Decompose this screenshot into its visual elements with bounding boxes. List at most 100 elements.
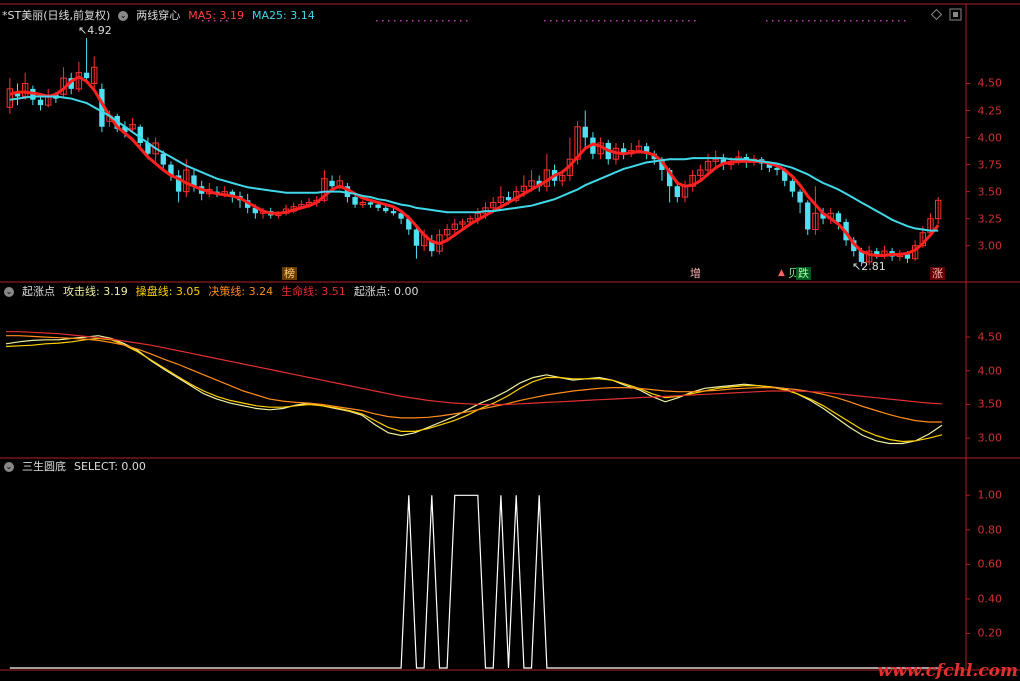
y-tick-label: 4.50: [977, 330, 1003, 344]
badge-zhang[interactable]: 涨: [930, 267, 945, 280]
series-line-2: [6, 335, 942, 423]
signal-dot: [880, 20, 882, 22]
trough-label: ↖2.81: [852, 260, 886, 273]
signal-dot: [826, 20, 828, 22]
candle-body: [329, 180, 335, 187]
signal-dot: [544, 20, 546, 22]
y-tick-label: 1.00: [977, 488, 1003, 502]
legend-decision: 决策线: 3.24: [208, 285, 274, 298]
signal-dot: [622, 20, 624, 22]
panel2-title[interactable]: 起涨点: [22, 285, 55, 298]
candle-body: [83, 72, 90, 79]
signal-dot: [466, 20, 468, 22]
signal-dot: [814, 20, 816, 22]
signal-dot: [376, 20, 378, 22]
chart-canvas: [0, 3, 1020, 671]
signal-dot: [664, 20, 666, 22]
signal-dot: [886, 20, 888, 22]
signal-dot: [838, 20, 840, 22]
badge-zeng[interactable]: 增: [688, 267, 703, 280]
signal-dot: [796, 20, 798, 22]
candle-body: [383, 207, 389, 212]
signal-dot: [592, 20, 594, 22]
signal-dot: [460, 20, 462, 22]
y-tick-label: 4.50: [977, 76, 1003, 90]
stock-title[interactable]: *ST美丽(日线,前复权): [2, 9, 110, 22]
panel1-header: *ST美丽(日线,前复权) ⌄ 两线穿心 MA5: 3.19 MA25: 3.14: [2, 8, 323, 24]
badge-die[interactable]: 跌: [796, 267, 811, 280]
signal-dot: [658, 20, 660, 22]
series-line-ma25: [9, 95, 939, 232]
chevron-down-icon[interactable]: ⌄: [4, 287, 14, 297]
diamond-icon: [930, 8, 943, 21]
y-tick-label: 3.75: [977, 158, 1003, 172]
signal-dot: [892, 20, 894, 22]
series-line-3: [6, 331, 943, 406]
signal-dot: [694, 20, 696, 22]
signal-dot: [850, 20, 852, 22]
signal-dot: [604, 20, 606, 22]
signal-dot: [388, 20, 390, 22]
y-tick-label: 4.25: [977, 104, 1003, 118]
series-line-ma5: [9, 75, 940, 257]
signal-dot: [580, 20, 582, 22]
signal-dot: [766, 20, 768, 22]
signal-dot: [670, 20, 672, 22]
y-tick-label: 3.00: [977, 431, 1003, 445]
chevron-down-icon[interactable]: ⌄: [4, 462, 14, 472]
y-tick-label: 3.50: [977, 397, 1003, 411]
signal-dot: [862, 20, 864, 22]
signal-dot: [562, 20, 564, 22]
peak-label: ↖4.92: [78, 24, 112, 37]
signal-dot: [442, 20, 444, 22]
signal-dot: [832, 20, 834, 22]
signal-dot: [784, 20, 786, 22]
signal-dot: [682, 20, 684, 22]
y-tick-label: 0.60: [977, 557, 1003, 571]
signal-dot: [394, 20, 396, 22]
y-tick-label: 0.20: [977, 626, 1003, 640]
signal-dot: [820, 20, 822, 22]
watermark: www.cfchl.com: [877, 661, 1018, 681]
y-tick-label: 3.00: [977, 239, 1003, 253]
ma25-label: MA25: 3.14: [252, 9, 315, 22]
select-label: SELECT: 0.00: [74, 460, 146, 473]
panel2-header: ⌄ 起涨点 攻击线: 3.19 操盘线: 3.05 决策线: 3.24 生命线: 3.51…: [4, 284, 427, 300]
candle-body: [835, 213, 842, 222]
signal-dot: [676, 20, 678, 22]
badge-bang[interactable]: 榜: [282, 267, 297, 280]
candle-body: [137, 126, 143, 143]
signal-dot: [844, 20, 846, 22]
signal-dot: [412, 20, 414, 22]
legend-attack: 攻击线: 3.19: [63, 285, 128, 298]
candle-body: [367, 202, 374, 205]
signal-dot: [448, 20, 450, 22]
y-tick-label: 4.00: [977, 364, 1003, 378]
candle-body: [160, 153, 166, 165]
panel-maximize-icon-inner: [953, 12, 958, 17]
y-tick-label: 3.50: [977, 185, 1003, 199]
signal-dot: [628, 20, 630, 22]
candle-body: [352, 197, 358, 205]
signal-dot: [430, 20, 432, 22]
panel3-title[interactable]: 三生圆底: [22, 460, 66, 473]
signal-dot: [400, 20, 402, 22]
candle-body: [805, 202, 811, 230]
legend-life: 生命线: 3.51: [281, 285, 346, 298]
signal-dot: [904, 20, 906, 22]
y-tick-label: 0.80: [977, 523, 1003, 537]
signal-dot: [634, 20, 636, 22]
signal-dot: [808, 20, 810, 22]
signal-dot: [610, 20, 612, 22]
signal-dot: [898, 20, 900, 22]
signal-dot: [856, 20, 858, 22]
indicator-name[interactable]: 两线穿心: [136, 9, 180, 22]
chevron-down-icon[interactable]: ⌄: [118, 11, 129, 21]
candle-body: [375, 204, 381, 208]
signal-dot: [406, 20, 408, 22]
signal-dot: [556, 20, 558, 22]
signal-dot: [436, 20, 438, 22]
candle-body: [789, 180, 796, 192]
signal-dot: [778, 20, 780, 22]
signal-dot: [640, 20, 642, 22]
